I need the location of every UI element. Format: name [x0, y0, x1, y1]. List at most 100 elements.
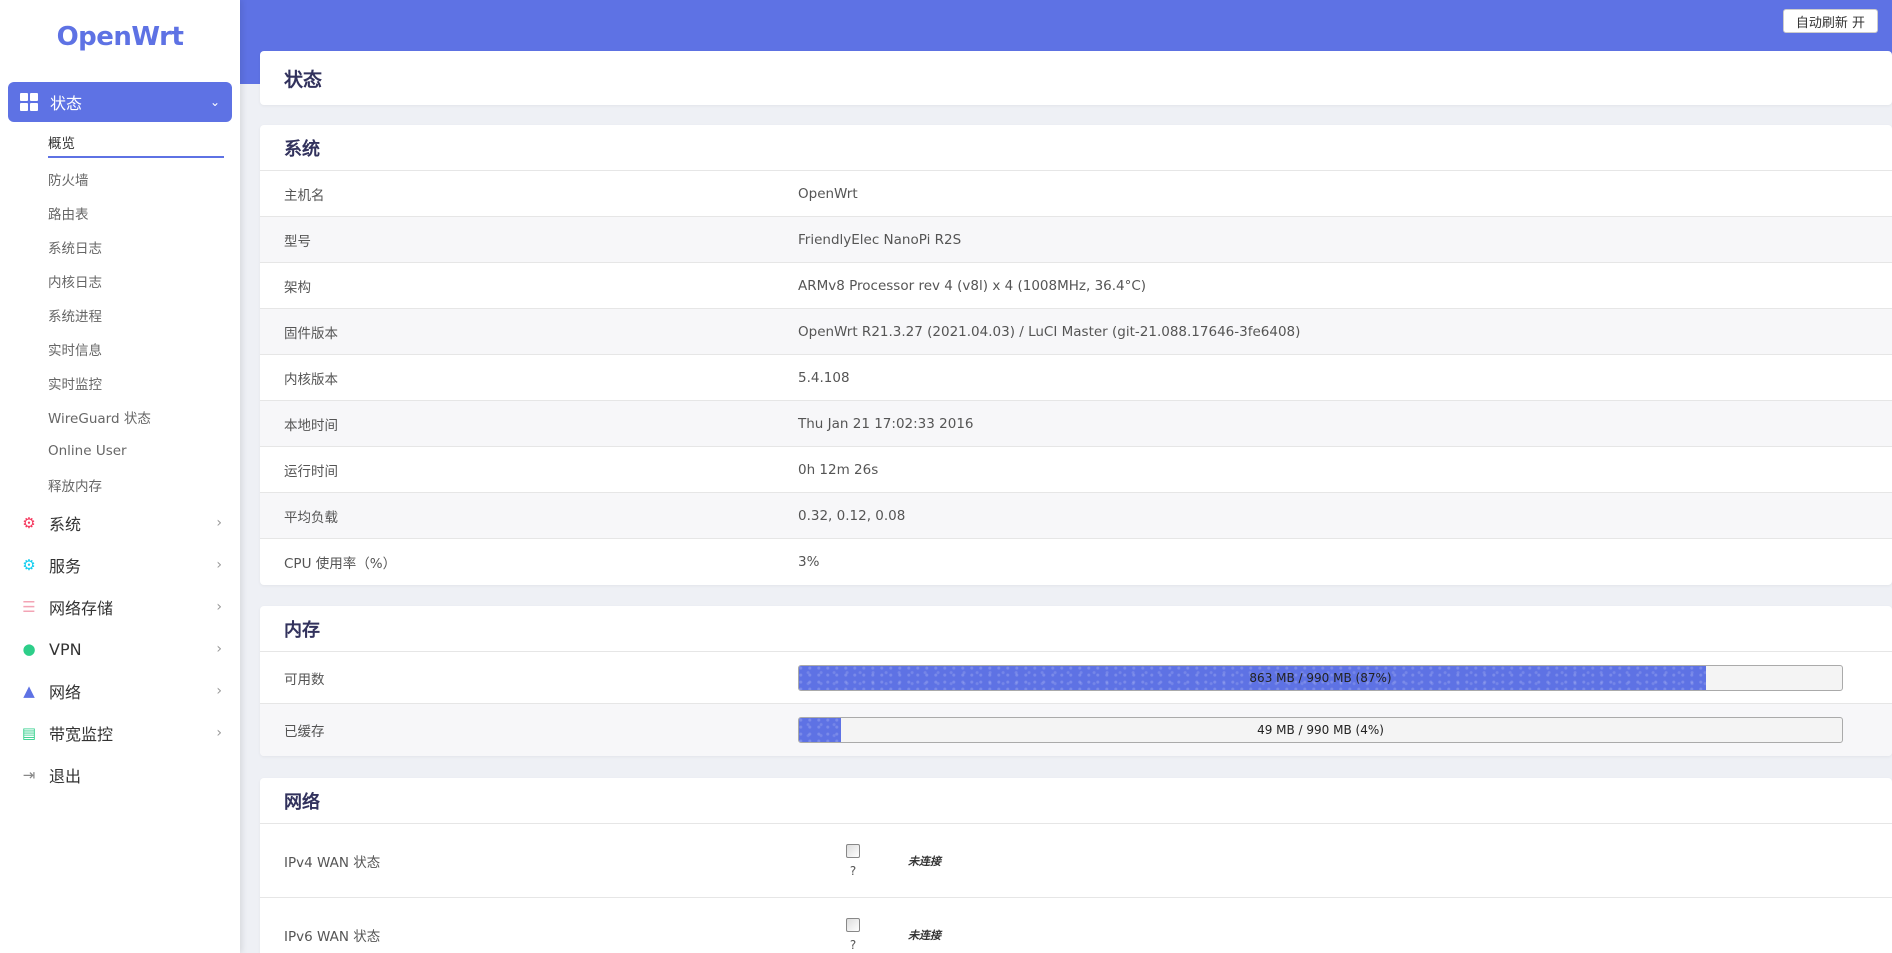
memory-card: 内存 可用数 863 MB / 990 MB (87%) 已缓存 49 MB /…: [260, 606, 1892, 756]
memory-card-title: 内存: [260, 606, 1892, 652]
monitor-icon: ▤: [21, 724, 37, 742]
row-value: 0h 12m 26s: [798, 461, 879, 478]
sidebar-item-bandwidth[interactable]: ▤ 带宽监控 ›: [0, 712, 240, 754]
row-value: FriendlyElec NanoPi R2S: [798, 231, 962, 248]
sidebar-item-network[interactable]: ▲ 网络 ›: [0, 670, 240, 712]
row-key: CPU 使用率（%）: [284, 556, 397, 572]
table-row: 可用数 863 MB / 990 MB (87%): [260, 652, 1892, 704]
submenu-item-realtime-monitor[interactable]: 实时监控: [48, 366, 240, 400]
system-card-title: 系统: [260, 125, 1892, 171]
gear-icon: ⚙: [22, 514, 36, 532]
sidebar-item-services[interactable]: ⚙ 服务 ›: [0, 544, 240, 586]
chevron-right-icon: ›: [216, 641, 222, 657]
wan-interface: ?: [798, 917, 908, 952]
services-icon: ⚙: [22, 556, 36, 574]
network-interface-icon: [846, 917, 860, 932]
row-key: 已缓存: [284, 724, 325, 740]
wan-interface: ?: [798, 843, 908, 878]
system-card: 系统 主机名 OpenWrt 型号 FriendlyElec NanoPi R2…: [260, 125, 1892, 585]
submenu-item-firewall[interactable]: 防火墙: [48, 162, 240, 196]
row-value: 3%: [798, 554, 820, 570]
sidebar-item-label: 状态: [50, 94, 83, 113]
chevron-down-icon: ⌄: [209, 95, 220, 109]
submenu-item-kernel-log[interactable]: 内核日志: [48, 264, 240, 298]
page-title: 状态: [260, 51, 1892, 105]
sidebar-item-system[interactable]: ⚙ 系统 ›: [0, 502, 240, 544]
row-value: 863 MB / 990 MB (87%): [798, 664, 1892, 691]
submenu-item-wireguard[interactable]: WireGuard 状态: [48, 400, 240, 434]
network-card-title: 网络: [260, 778, 1892, 824]
table-row: 本地时间 Thu Jan 21 17:02:33 2016: [260, 401, 1892, 447]
table-row: 架构 ARMv8 Processor rev 4 (v8l) x 4 (1008…: [260, 263, 1892, 309]
status-submenu: 概览 防火墙 路由表 系统日志 内核日志 系统进程 实时信息 实时监控 Wire…: [0, 128, 240, 502]
memory-available-bar: 863 MB / 990 MB (87%): [798, 664, 1843, 691]
row-key: 可用数: [284, 671, 325, 688]
sidebar: OpenWrt 状态 ⌄ 概览 防火墙 路由表 系统日志 内核日志 系统进程 实…: [0, 0, 240, 953]
sidebar-item-label: 服务: [49, 557, 82, 576]
sidebar-item-logout[interactable]: ⇥ 退出: [0, 754, 240, 796]
network-interface-icon: [846, 843, 860, 858]
sidebar-item-vpn[interactable]: ● VPN ›: [0, 628, 240, 670]
table-row: 固件版本 OpenWrt R21.3.27 (2021.04.03) / LuC…: [260, 309, 1892, 355]
status-text: 未连接: [908, 928, 941, 942]
row-value: OpenWrt: [798, 185, 858, 202]
row-value: 49 MB / 990 MB (4%): [798, 717, 1892, 743]
row-key: 固件版本: [284, 325, 338, 342]
table-row: IPv4 WAN 状态 ? 未连接: [260, 824, 1892, 898]
row-key: IPv4 WAN 状态: [284, 854, 381, 871]
table-row: 内核版本 5.4.108: [260, 355, 1892, 401]
table-row: IPv6 WAN 状态 ? 未连接: [260, 898, 1892, 953]
network-icon: ▲: [23, 682, 35, 700]
submenu-item-overview[interactable]: 概览: [48, 128, 224, 158]
interface-label: ?: [849, 863, 857, 878]
chevron-right-icon: ›: [216, 557, 222, 573]
row-key: 架构: [284, 279, 311, 296]
chevron-right-icon: ›: [216, 725, 222, 741]
row-value: 5.4.108: [798, 369, 850, 386]
submenu-item-routes[interactable]: 路由表: [48, 196, 240, 230]
row-value: OpenWrt R21.3.27 (2021.04.03) / LuCI Mas…: [798, 323, 1301, 340]
chevron-right-icon: ›: [216, 599, 222, 615]
table-row: 平均负载 0.32, 0.12, 0.08: [260, 493, 1892, 539]
sidebar-item-nas[interactable]: ☰ 网络存储 ›: [0, 586, 240, 628]
table-row: CPU 使用率（%） 3%: [260, 539, 1892, 585]
sidebar-item-label: 退出: [49, 767, 82, 786]
submenu-item-online-user[interactable]: Online User: [48, 434, 240, 468]
row-key: 内核版本: [284, 371, 338, 388]
submenu-item-processes[interactable]: 系统进程: [48, 298, 240, 332]
table-row: 主机名 OpenWrt: [260, 171, 1892, 217]
row-value: Thu Jan 21 17:02:33 2016: [798, 415, 974, 432]
chevron-right-icon: ›: [216, 683, 222, 699]
submenu-item-syslog[interactable]: 系统日志: [48, 230, 240, 264]
chevron-right-icon: ›: [216, 515, 222, 531]
logout-icon: ⇥: [22, 766, 36, 784]
sidebar-item-label: VPN: [49, 639, 82, 659]
status-text: 未连接: [908, 854, 941, 868]
table-row: 型号 FriendlyElec NanoPi R2S: [260, 217, 1892, 263]
table-row: 已缓存 49 MB / 990 MB (4%): [260, 704, 1892, 756]
memory-cached-bar: 49 MB / 990 MB (4%): [798, 717, 1843, 743]
submenu-item-realtime-info[interactable]: 实时信息: [48, 332, 240, 366]
sidebar-item-label: 网络存储: [49, 599, 114, 618]
openwrt-logo[interactable]: OpenWrt: [0, 0, 240, 70]
vpn-icon: ●: [22, 640, 36, 658]
row-key: IPv6 WAN 状态: [284, 928, 381, 945]
dashboard-icon: [20, 93, 38, 111]
auto-refresh-button[interactable]: 自动刷新 开: [1782, 9, 1878, 33]
row-value: 0.32, 0.12, 0.08: [798, 507, 906, 524]
table-row: 运行时间 0h 12m 26s: [260, 447, 1892, 493]
progress-text: 49 MB / 990 MB (4%): [1257, 723, 1384, 737]
submenu-item-release-memory[interactable]: 释放内存: [48, 468, 240, 502]
row-key: 运行时间: [284, 463, 338, 480]
interface-label: ?: [849, 937, 857, 952]
progress-text: 863 MB / 990 MB (87%): [1249, 670, 1392, 685]
sidebar-item-label: 带宽监控: [49, 725, 114, 744]
sidebar-item-label: 系统: [49, 515, 82, 534]
row-value: ARMv8 Processor rev 4 (v8l) x 4 (1008MHz…: [798, 277, 1147, 294]
row-key: 本地时间: [284, 417, 338, 434]
sidebar-item-label: 网络: [49, 683, 82, 702]
sidebar-item-status[interactable]: 状态 ⌄: [8, 82, 232, 122]
row-key: 型号: [284, 233, 311, 250]
row-key: 平均负载: [284, 509, 338, 526]
network-card: 网络 IPv4 WAN 状态 ? 未连接 IPv6 WAN 状态 ? 未连接: [260, 778, 1892, 953]
